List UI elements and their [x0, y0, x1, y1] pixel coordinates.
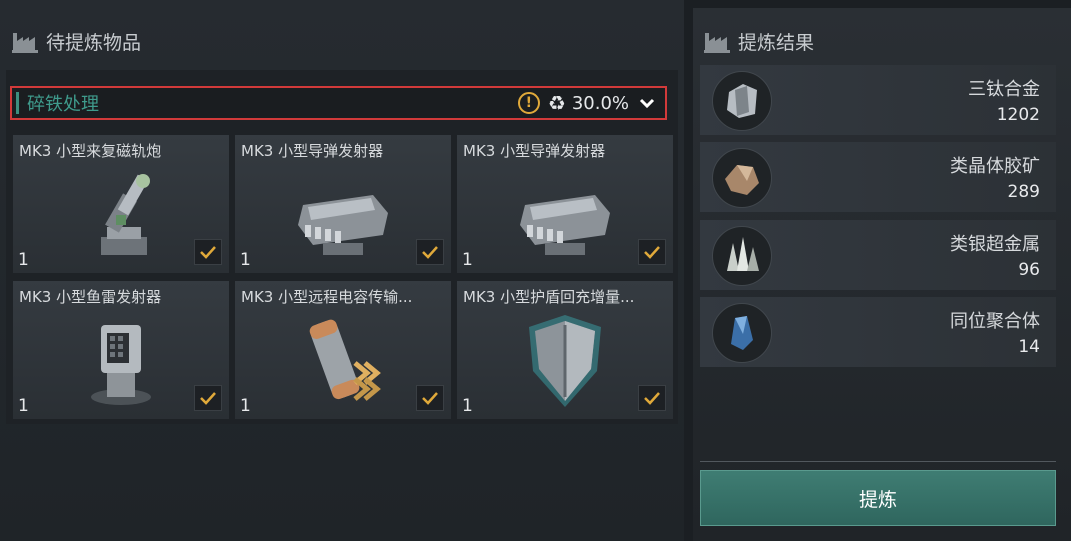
- divider: [700, 461, 1056, 462]
- item-card[interactable]: MK3 小型导弹发射器 1: [457, 135, 673, 273]
- item-card[interactable]: MK3 小型鱼雷发射器 1: [13, 281, 229, 419]
- result-name: 类银超金属: [950, 234, 1040, 255]
- filter-dropdown[interactable]: 碎铁处理 ! ♻ 30.0%: [10, 86, 667, 120]
- item-card[interactable]: MK3 小型导弹发射器 1: [235, 135, 451, 273]
- item-card[interactable]: MK3 小型护盾回充增量... 1: [457, 281, 673, 419]
- refine-percent: 30.0%: [571, 92, 629, 114]
- item-count: 1: [240, 396, 251, 416]
- item-checkbox[interactable]: [638, 239, 666, 265]
- item-name: MK3 小型导弹发射器: [241, 142, 384, 160]
- item-checkbox[interactable]: [194, 239, 222, 265]
- item-count: 1: [18, 250, 29, 270]
- recycle-icon: ♻: [547, 91, 566, 115]
- tritanium-icon: [712, 71, 772, 131]
- check-icon: [422, 246, 438, 259]
- missile-launcher-icon: [298, 195, 388, 255]
- check-icon: [200, 392, 216, 405]
- check-icon: [422, 392, 438, 405]
- item-name: MK3 小型护盾回充增量...: [463, 288, 635, 306]
- item-count: 1: [240, 250, 251, 270]
- item-checkbox[interactable]: [638, 385, 666, 411]
- item-name: MK3 小型远程电容传输...: [241, 288, 413, 306]
- pending-items-header: 待提炼物品: [12, 28, 141, 55]
- result-row: 类银超金属 96: [700, 220, 1056, 290]
- missile-launcher-icon: [520, 195, 610, 255]
- item-checkbox[interactable]: [194, 385, 222, 411]
- factory-icon: [12, 32, 38, 53]
- result-name: 同位聚合体: [950, 311, 1040, 332]
- check-icon: [644, 246, 660, 259]
- silver-metal-icon: [712, 226, 772, 286]
- item-card[interactable]: MK3 小型远程电容传输... 1: [235, 281, 451, 419]
- check-icon: [644, 392, 660, 405]
- result-value: 289: [1007, 182, 1040, 202]
- result-name: 三钛合金: [968, 79, 1040, 100]
- refine-button[interactable]: 提炼: [700, 470, 1056, 526]
- chevron-down-icon[interactable]: [637, 93, 657, 113]
- item-card[interactable]: MK3 小型来复磁轨炮 1: [13, 135, 229, 273]
- refine-results-title: 提炼结果: [738, 32, 815, 54]
- item-count: 1: [462, 250, 473, 270]
- result-name: 类晶体胶矿: [950, 156, 1040, 177]
- result-value: 96: [1018, 260, 1040, 280]
- result-row: 类晶体胶矿 289: [700, 142, 1056, 212]
- result-row: 三钛合金 1202: [700, 65, 1056, 135]
- item-count: 1: [18, 396, 29, 416]
- torpedo-launcher-icon: [91, 325, 151, 405]
- railgun-turret-icon: [101, 174, 150, 255]
- result-value: 14: [1018, 337, 1040, 357]
- item-checkbox[interactable]: [416, 239, 444, 265]
- warning-icon[interactable]: !: [517, 92, 540, 114]
- filter-label: 碎铁处理: [27, 94, 99, 115]
- item-name: MK3 小型导弹发射器: [463, 142, 606, 160]
- factory-icon: [704, 32, 730, 53]
- shield-booster-icon: [529, 315, 601, 407]
- isotope-icon: [712, 303, 772, 363]
- pending-items-title: 待提炼物品: [46, 32, 142, 54]
- item-name: MK3 小型来复磁轨炮: [19, 142, 162, 160]
- check-icon: [200, 246, 216, 259]
- item-name: MK3 小型鱼雷发射器: [19, 288, 162, 306]
- capacitor-transmitter-icon: [309, 319, 381, 401]
- item-count: 1: [462, 396, 473, 416]
- result-value: 1202: [996, 105, 1040, 125]
- refine-results-header: 提炼结果: [704, 28, 814, 55]
- item-checkbox[interactable]: [416, 385, 444, 411]
- result-row: 同位聚合体 14: [700, 297, 1056, 367]
- filter-accent-bar: [16, 92, 19, 114]
- crystal-ore-icon: [712, 148, 772, 208]
